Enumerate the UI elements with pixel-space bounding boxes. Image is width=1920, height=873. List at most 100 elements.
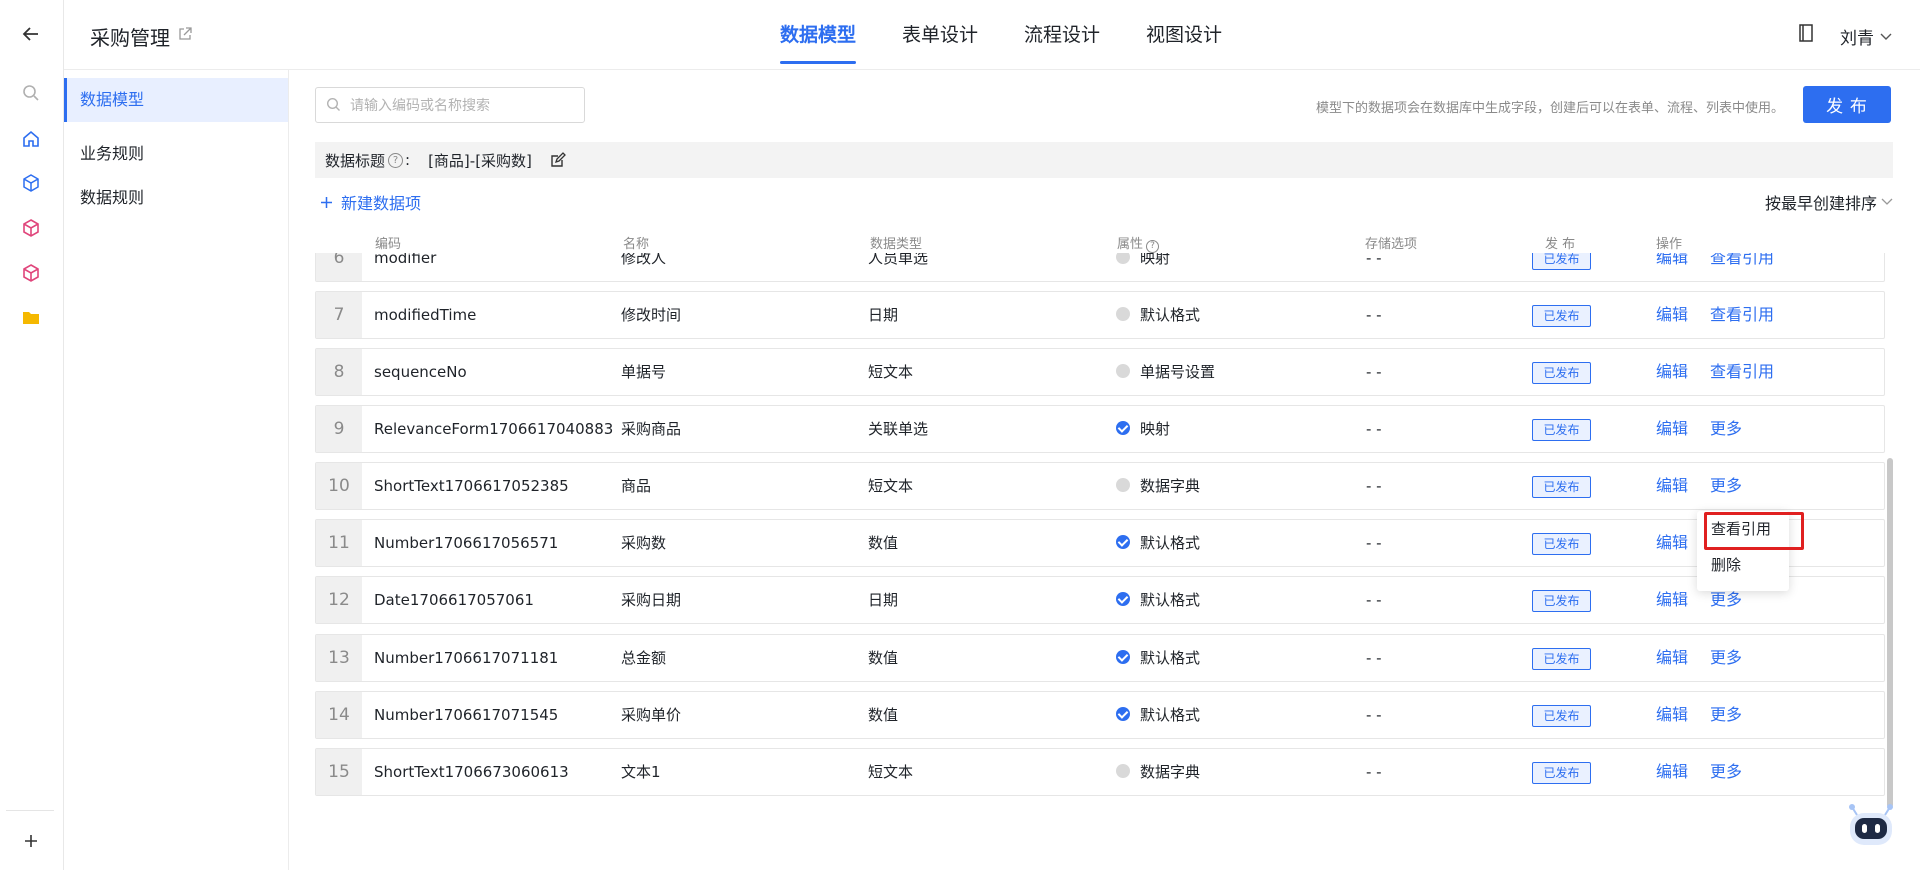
search-input[interactable] bbox=[315, 87, 585, 123]
row-attr-label: 数据字典 bbox=[1140, 763, 1201, 781]
row-type: 日期 bbox=[868, 306, 899, 324]
table-row: 7 modifiedTime 修改时间 日期 默认格式 - - 已发布 编辑 查看引用 bbox=[315, 291, 1885, 339]
row-attr: 默认格式 bbox=[1116, 692, 1200, 738]
chevron-down-icon bbox=[1881, 198, 1893, 205]
view-references-link[interactable]: 查看引用 bbox=[1710, 253, 1774, 281]
publish-button[interactable]: 发 布 bbox=[1803, 86, 1891, 123]
scrollbar[interactable] bbox=[1887, 458, 1893, 808]
menu-item-view-references[interactable]: 查看引用 bbox=[1697, 511, 1789, 547]
app-title: 采购管理 bbox=[90, 26, 170, 50]
unchecked-dot-icon bbox=[1116, 307, 1130, 321]
home-icon[interactable] bbox=[20, 128, 42, 150]
published-badge: 已发布 bbox=[1532, 305, 1591, 327]
row-type: 数值 bbox=[868, 706, 899, 724]
table-body: 6 modifier 修改人 人员单选 映射 - - 已发布 编辑 查看引用 7 modifiedT… bbox=[315, 253, 1895, 873]
edit-link[interactable]: 编辑 bbox=[1656, 692, 1688, 738]
subnav-item-data-rules[interactable]: 数据规则 bbox=[64, 176, 288, 220]
published-badge: 已发布 bbox=[1532, 648, 1591, 670]
back-arrow-icon[interactable] bbox=[20, 23, 42, 45]
row-code: sequenceNo bbox=[374, 363, 467, 381]
row-index: 13 bbox=[316, 635, 362, 681]
row-code: modifier bbox=[374, 253, 437, 267]
main-tabs: 数据模型 表单设计 流程设计 视图设计 bbox=[780, 0, 1268, 70]
row-attr: 单据号设置 bbox=[1116, 349, 1215, 395]
row-type: 日期 bbox=[868, 591, 899, 609]
app-cube-icon[interactable] bbox=[20, 262, 42, 284]
row-name: 采购数 bbox=[621, 534, 667, 552]
user-menu[interactable]: 刘青 bbox=[1840, 24, 1892, 49]
help-icon[interactable]: ? bbox=[388, 152, 404, 168]
row-attr: 数据字典 bbox=[1116, 463, 1200, 509]
row-attr: 默认格式 bbox=[1116, 635, 1200, 681]
row-code: Number1706617071181 bbox=[374, 649, 559, 667]
edit-title-icon[interactable] bbox=[550, 152, 566, 168]
edit-link[interactable]: 编辑 bbox=[1656, 349, 1688, 395]
row-storage: - - bbox=[1366, 649, 1382, 667]
row-attr: 映射 bbox=[1116, 406, 1170, 452]
assistant-robot-icon[interactable] bbox=[1844, 797, 1898, 851]
table-row: 8 sequenceNo 单据号 短文本 单据号设置 - - 已发布 编辑 查看引用 bbox=[315, 348, 1885, 396]
table-row: 10 ShortText1706617052385 商品 短文本 数据字典 - - 已发布 编… bbox=[315, 462, 1885, 510]
cube-icon[interactable] bbox=[20, 172, 42, 194]
more-link[interactable]: 更多 bbox=[1710, 749, 1742, 795]
table-row: 6 modifier 修改人 人员单选 映射 - - 已发布 编辑 查看引用 bbox=[315, 253, 1885, 282]
data-title-bar: 数据标题 ? : [商品]-[采购数] bbox=[315, 142, 1893, 178]
row-name: 总金额 bbox=[621, 649, 667, 667]
unchecked-dot-icon bbox=[1116, 764, 1130, 778]
checked-dot-icon bbox=[1116, 592, 1130, 606]
row-index: 7 bbox=[316, 292, 362, 338]
menu-item-delete[interactable]: 删除 bbox=[1697, 547, 1789, 583]
subnav-item-business-rules[interactable]: 业务规则 bbox=[64, 132, 288, 176]
col-name: 名称 bbox=[623, 237, 650, 252]
plus-icon bbox=[321, 196, 332, 208]
row-type: 人员单选 bbox=[868, 253, 929, 267]
edit-link[interactable]: 编辑 bbox=[1656, 520, 1688, 566]
tab-form-design[interactable]: 表单设计 bbox=[902, 0, 978, 70]
row-attr-label: 默认格式 bbox=[1140, 649, 1201, 667]
tab-flow-design[interactable]: 流程设计 bbox=[1024, 0, 1100, 70]
data-title-value: [商品]-[采购数] bbox=[428, 151, 532, 170]
new-data-item-button[interactable]: 新建数据项 bbox=[320, 190, 421, 214]
book-icon[interactable] bbox=[1798, 24, 1814, 46]
table-row: 15 ShortText1706673060613 文本1 短文本 数据字典 - - 已发布… bbox=[315, 748, 1885, 796]
help-icon[interactable]: ? bbox=[1146, 240, 1160, 253]
published-badge: 已发布 bbox=[1532, 705, 1591, 727]
row-name: 单据号 bbox=[621, 363, 667, 381]
edit-link[interactable]: 编辑 bbox=[1656, 749, 1688, 795]
edit-link[interactable]: 编辑 bbox=[1656, 635, 1688, 681]
row-name: 采购日期 bbox=[621, 591, 682, 609]
more-link[interactable]: 更多 bbox=[1710, 635, 1742, 681]
row-type: 短文本 bbox=[868, 763, 914, 781]
row-code: ShortText1706617052385 bbox=[374, 477, 569, 495]
tab-data-model[interactable]: 数据模型 bbox=[780, 0, 857, 70]
edit-link[interactable]: 编辑 bbox=[1656, 292, 1688, 338]
row-attr: 默认格式 bbox=[1116, 520, 1200, 566]
row-attr: 默认格式 bbox=[1116, 577, 1200, 623]
row-attr-label: 默认格式 bbox=[1140, 306, 1201, 324]
row-index: 9 bbox=[316, 406, 362, 452]
external-link-icon[interactable] bbox=[178, 26, 192, 45]
search-icon[interactable] bbox=[20, 82, 42, 104]
row-name: 商品 bbox=[621, 477, 652, 495]
subnav-item-data-model[interactable]: 数据模型 bbox=[64, 78, 288, 122]
edit-link[interactable]: 编辑 bbox=[1656, 463, 1688, 509]
row-type: 短文本 bbox=[868, 363, 914, 381]
tab-view-design[interactable]: 视图设计 bbox=[1146, 0, 1222, 70]
row-name: 修改人 bbox=[621, 253, 667, 267]
more-link[interactable]: 更多 bbox=[1710, 406, 1742, 452]
edit-link[interactable]: 编辑 bbox=[1656, 577, 1688, 623]
checked-dot-icon bbox=[1116, 707, 1130, 721]
edit-link[interactable]: 编辑 bbox=[1656, 406, 1688, 452]
model-cube-icon[interactable] bbox=[20, 217, 42, 239]
view-references-link[interactable]: 查看引用 bbox=[1710, 292, 1774, 338]
more-link[interactable]: 更多 bbox=[1710, 692, 1742, 738]
sort-label: 按最早创建排序 bbox=[1765, 194, 1878, 213]
sort-dropdown[interactable]: 按最早创建排序 bbox=[1765, 190, 1893, 214]
edit-link[interactable]: 编辑 bbox=[1656, 253, 1688, 281]
more-link[interactable]: 更多 bbox=[1710, 463, 1742, 509]
row-storage: - - bbox=[1366, 763, 1382, 781]
folder-icon[interactable] bbox=[20, 307, 42, 329]
view-references-link[interactable]: 查看引用 bbox=[1710, 349, 1774, 395]
published-badge: 已发布 bbox=[1532, 476, 1591, 498]
add-icon[interactable] bbox=[20, 830, 42, 852]
